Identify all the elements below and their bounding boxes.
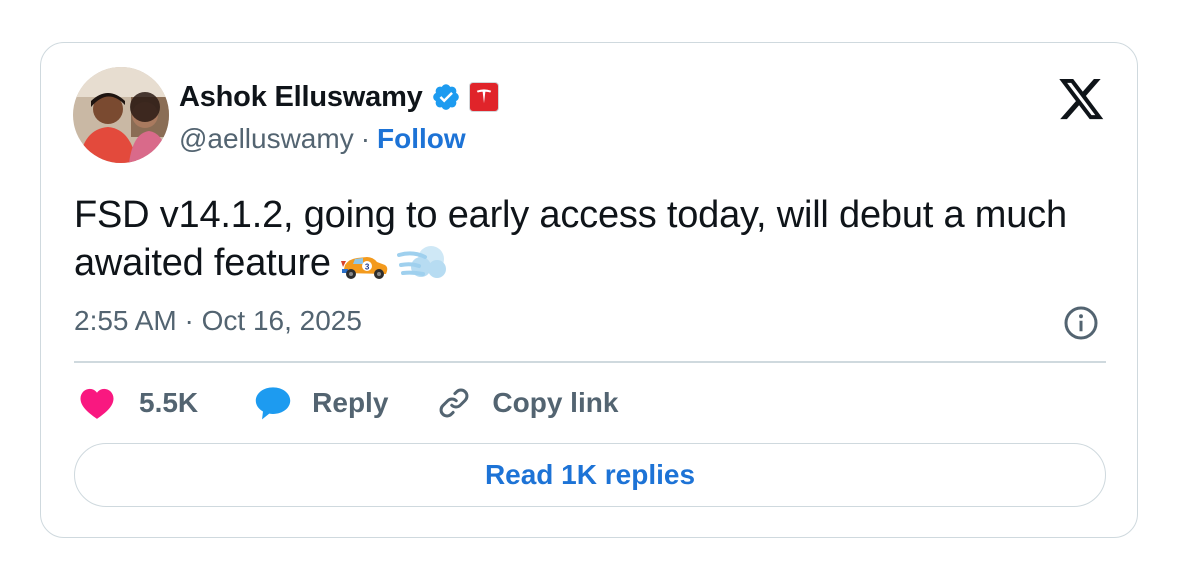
- like-button[interactable]: 5.5K: [79, 386, 198, 420]
- tesla-logo-icon: [468, 82, 499, 112]
- separator-dot: ·: [360, 123, 371, 154]
- follow-button[interactable]: Follow: [377, 123, 466, 155]
- racing-car-emoji: 3: [339, 245, 389, 293]
- copy-link-button[interactable]: Copy link: [436, 385, 618, 421]
- author-name[interactable]: Ashok Elluswamy: [179, 81, 423, 114]
- info-icon[interactable]: [1063, 305, 1099, 341]
- tweet-body: FSD v14.1.2, going to early access today…: [74, 194, 1067, 284]
- author-handle[interactable]: @aelluswamy: [179, 123, 354, 155]
- link-icon: [440, 388, 469, 418]
- verified-check-icon: [432, 84, 459, 110]
- avatar[interactable]: [73, 67, 169, 163]
- divider: [74, 361, 1106, 363]
- dash-symbol-emoji: [396, 241, 447, 293]
- reply-button[interactable]: Reply: [254, 385, 388, 421]
- tweet-embed-card: Ashok Elluswamy @aelluswamy · Follow FSD…: [40, 42, 1138, 538]
- reply-bubble-icon: [255, 387, 291, 420]
- copy-link-label: Copy link: [492, 387, 619, 418]
- action-bar: 5.5K Reply Copy link: [79, 379, 618, 427]
- x-logo-icon[interactable]: [1059, 79, 1105, 121]
- heart-icon: [80, 388, 114, 419]
- reply-label: Reply: [312, 387, 389, 418]
- read-replies-label: Read 1K replies: [484, 459, 696, 490]
- tweet-text: FSD v14.1.2, going to early access today…: [74, 191, 1114, 293]
- tweet-timestamp[interactable]: 2:55 AM · Oct 16, 2025: [74, 305, 362, 337]
- like-count: 5.5K: [139, 387, 199, 418]
- read-replies-button[interactable]: Read 1K replies: [74, 443, 1106, 507]
